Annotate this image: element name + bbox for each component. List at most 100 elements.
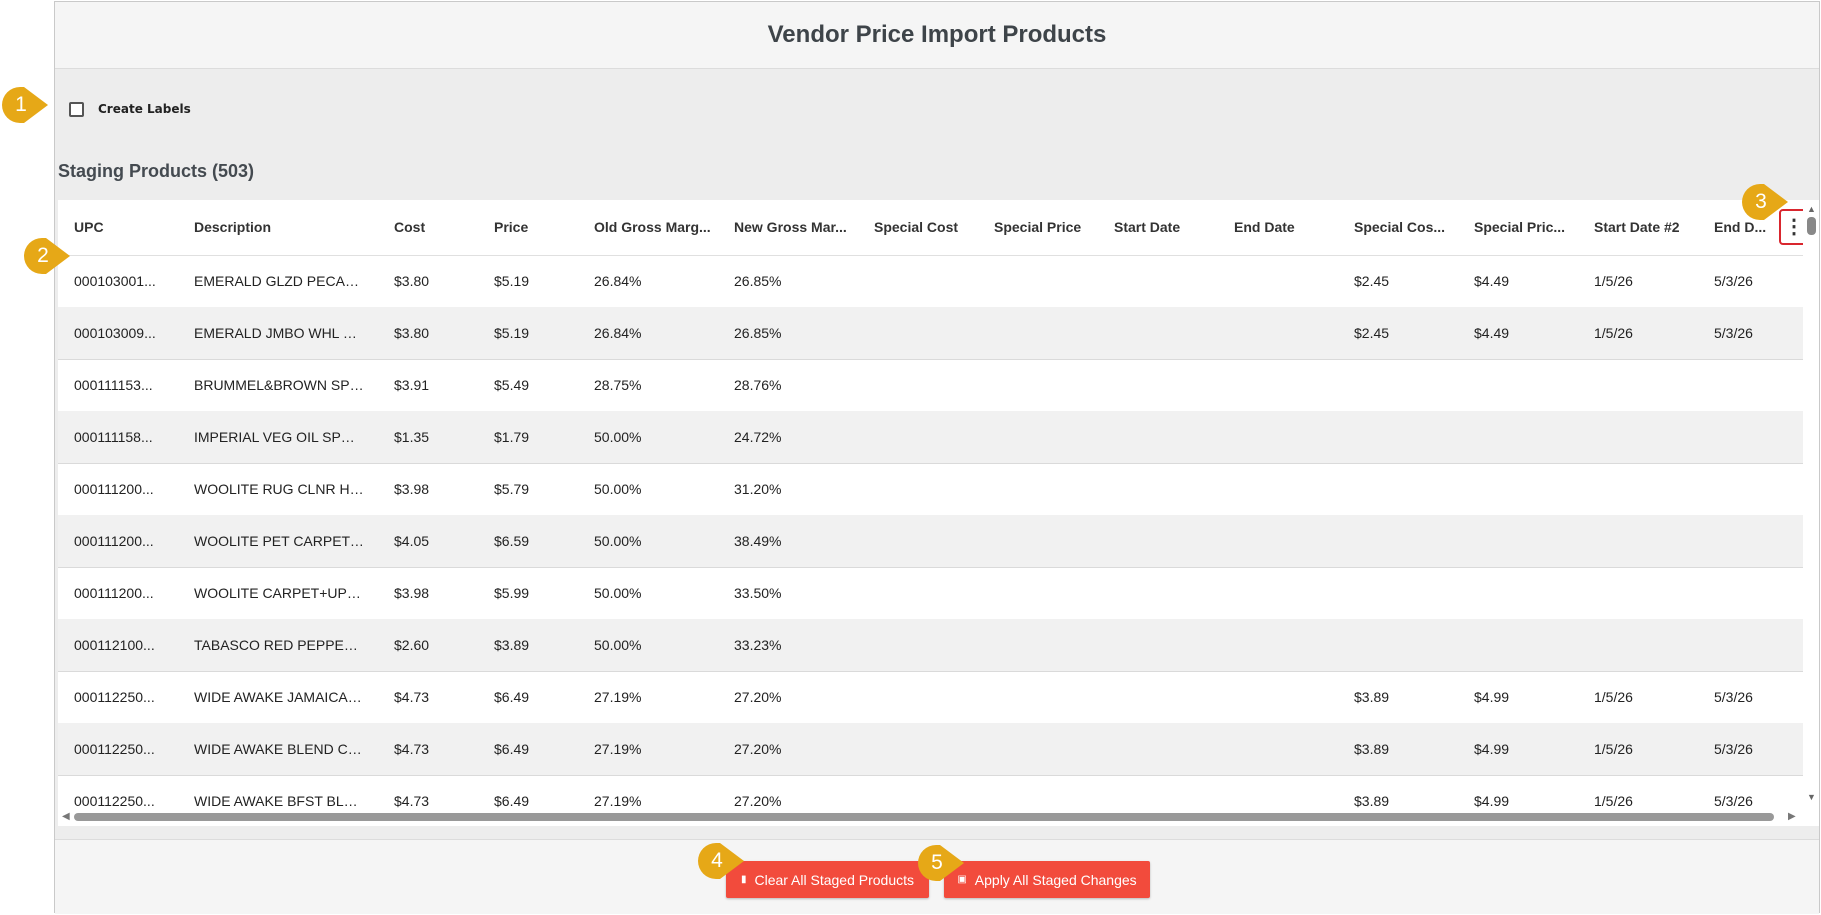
callout-marker-3: 3 xyxy=(1742,184,1790,220)
horizontal-scroll-thumb[interactable] xyxy=(74,813,1774,821)
table-row[interactable]: 000111158... IMPERIAL VEG OIL SPRE... $1.3… xyxy=(58,411,1803,464)
table-cell: 000111200... xyxy=(74,533,154,549)
table-cell: $6.49 xyxy=(494,689,530,705)
table-cell xyxy=(1594,567,1699,619)
table-cell: $4.49 xyxy=(1474,325,1510,341)
column-header[interactable]: Start Date #2 xyxy=(1594,200,1699,255)
table-cell: $3.98 xyxy=(394,585,430,601)
column-header[interactable]: New Gross Mar... xyxy=(734,200,854,255)
table-cell xyxy=(994,463,1104,515)
create-labels-label: Create Labels xyxy=(98,102,191,116)
table-cell: 38.49% xyxy=(734,533,782,549)
column-header[interactable]: Special Cos... xyxy=(1354,200,1449,255)
table-cell: $2.45 xyxy=(1354,325,1390,341)
table-cell: $5.79 xyxy=(494,481,530,497)
column-header[interactable]: UPC xyxy=(74,200,169,255)
table-cell: 000112250... xyxy=(74,741,155,757)
table-cell xyxy=(874,411,984,463)
table-cell xyxy=(1354,515,1449,567)
table-cell: $3.89 xyxy=(1354,741,1390,757)
table-cell xyxy=(1234,463,1344,515)
table-cell: WIDE AWAKE BLEND CO... xyxy=(194,741,364,757)
table-row[interactable]: 000111153... BRUMMEL&BROWN SPR... $3.91 $5.… xyxy=(58,359,1803,412)
table-row[interactable]: 000103009... EMERALD JMBO WHL C... $3.80 $5… xyxy=(58,307,1803,360)
table-cell: 27.20% xyxy=(734,689,782,705)
table-cell: 31.20% xyxy=(734,481,782,497)
table-cell xyxy=(1114,567,1224,619)
table-cell xyxy=(1714,567,1774,619)
table-cell: $3.91 xyxy=(394,377,430,393)
vendor-price-import-panel: Vendor Price Import Products Create Labe… xyxy=(54,1,1820,914)
table-cell xyxy=(1114,463,1224,515)
horizontal-scrollbar[interactable]: ◀ ▶ xyxy=(58,808,1803,826)
clear-all-staged-products-button[interactable]: ▮ Clear All Staged Products xyxy=(726,861,929,898)
table-cell xyxy=(1354,567,1449,619)
page-header: Vendor Price Import Products xyxy=(55,2,1819,69)
apply-all-staged-changes-button[interactable]: ▣ Apply All Staged Changes xyxy=(944,861,1150,898)
table-cell: 1/5/26 xyxy=(1594,741,1633,757)
table-row[interactable]: 000111200... WOOLITE RUG CLNR HV... $3.98 $… xyxy=(58,463,1803,516)
vertical-scroll-thumb[interactable] xyxy=(1807,217,1816,235)
table-cell xyxy=(1114,307,1224,359)
table-cell xyxy=(1234,723,1344,775)
table-row[interactable]: 000111200... WOOLITE PET CARPET C... $4.05… xyxy=(58,515,1803,568)
table-cell xyxy=(994,255,1104,307)
table-cell xyxy=(1594,619,1699,671)
table-cell: $4.49 xyxy=(1474,273,1510,289)
table-cell xyxy=(1354,359,1449,411)
table-cell xyxy=(1714,619,1774,671)
table-cell: $4.99 xyxy=(1474,689,1510,705)
scroll-up-icon[interactable]: ▲ xyxy=(1807,204,1816,214)
table-row[interactable]: 000112250... WIDE AWAKE BLEND CO... $4.73 $… xyxy=(58,723,1803,776)
column-header[interactable]: Cost xyxy=(394,200,474,255)
table-cell: 50.00% xyxy=(594,585,642,601)
table-cell xyxy=(874,619,984,671)
table-cell: BRUMMEL&BROWN SPR... xyxy=(194,377,364,393)
scroll-left-icon[interactable]: ◀ xyxy=(62,811,70,822)
table-cell: $4.73 xyxy=(394,741,430,757)
column-header[interactable]: Start Date xyxy=(1114,200,1224,255)
table-cell: $3.89 xyxy=(494,637,530,653)
table-row[interactable]: 000103001... EMERALD GLZD PECAN ... $3.80 $… xyxy=(58,255,1803,308)
apply-button-label: Apply All Staged Changes xyxy=(974,871,1137,888)
table-row[interactable]: 000112100... TABASCO RED PEPPER S... $2.60… xyxy=(58,619,1803,672)
table-cell: 24.72% xyxy=(734,429,782,445)
table-cell: EMERALD JMBO WHL C... xyxy=(194,325,364,341)
column-header[interactable]: Special Pric... xyxy=(1474,200,1569,255)
table-cell xyxy=(1714,463,1774,515)
table-row[interactable]: 000111200... WOOLITE CARPET+UPH... $3.98 $5… xyxy=(58,567,1803,620)
table-cell: 000112250... xyxy=(74,689,155,705)
table-row[interactable]: 000112250... WIDE AWAKE JAMAICAN... $4.73 $… xyxy=(58,671,1803,724)
vertical-scrollbar[interactable]: ▲ ▼ xyxy=(1803,200,1819,826)
table-cell: 000103001... xyxy=(74,273,156,289)
column-header[interactable]: Old Gross Marg... xyxy=(594,200,724,255)
column-header[interactable]: End Date xyxy=(1234,200,1344,255)
table-cell: 5/3/26 xyxy=(1714,741,1753,757)
table-cell: WOOLITE CARPET+UPH... xyxy=(194,585,364,601)
table-cell: WOOLITE PET CARPET C... xyxy=(194,533,364,549)
table-cell xyxy=(994,411,1104,463)
table-cell xyxy=(1474,411,1569,463)
column-header[interactable]: Price xyxy=(494,200,574,255)
grid-header-row: UPC Description Cost Price Old Gross Marg...… xyxy=(58,200,1803,256)
create-labels-checkbox[interactable] xyxy=(69,101,84,117)
scroll-down-icon[interactable]: ▼ xyxy=(1807,792,1816,802)
table-cell: $5.99 xyxy=(494,585,530,601)
column-header[interactable]: Special Price xyxy=(994,200,1104,255)
table-cell xyxy=(874,359,984,411)
table-cell: WIDE AWAKE JAMAICAN... xyxy=(194,689,364,705)
staging-products-title: Staging Products (503) xyxy=(58,161,255,181)
table-cell: $5.19 xyxy=(494,325,530,341)
table-cell: 26.84% xyxy=(594,273,642,289)
scroll-right-icon[interactable]: ▶ xyxy=(1788,811,1796,822)
column-header[interactable]: Description xyxy=(194,200,364,255)
table-cell: $5.49 xyxy=(494,377,530,393)
table-cell: 50.00% xyxy=(594,481,642,497)
table-cell: 1/5/26 xyxy=(1594,273,1633,289)
table-cell: 5/3/26 xyxy=(1714,273,1753,289)
table-cell xyxy=(994,619,1104,671)
table-cell xyxy=(1354,463,1449,515)
table-cell xyxy=(874,723,984,775)
table-cell xyxy=(1594,515,1699,567)
column-header[interactable]: Special Cost xyxy=(874,200,984,255)
